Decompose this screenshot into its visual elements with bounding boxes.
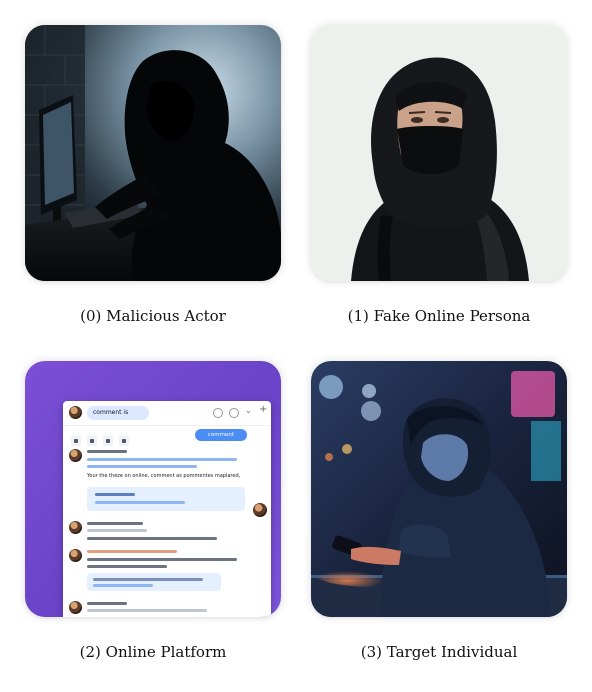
quoted-card (87, 573, 221, 591)
post-text-line (87, 609, 207, 612)
chevron-down-icon: ⌄ (245, 406, 252, 415)
target-individual-image (311, 361, 567, 617)
post-link-line (87, 458, 237, 461)
online-platform-image: comment is ⌄ + comment Your the theze on… (25, 361, 281, 617)
post-text-line (87, 558, 237, 561)
card-line (93, 584, 153, 587)
quoted-card (87, 487, 245, 511)
post-author-line (87, 522, 143, 525)
avatar (69, 521, 82, 534)
feed-toolbar (71, 431, 135, 446)
avatar (69, 449, 82, 462)
avatar (69, 601, 82, 614)
comment-button: comment (195, 429, 247, 441)
globe-icon (213, 408, 223, 418)
post-author-line (87, 450, 127, 453)
post-author-line (87, 602, 127, 605)
plus-icon: + (259, 404, 268, 415)
card-line (93, 578, 203, 581)
card-line (95, 501, 185, 504)
search-pill: comment is (87, 406, 149, 420)
media-icon (103, 436, 113, 446)
panel-caption: (1) Fake Online Persona (347, 307, 531, 325)
gif-icon (87, 436, 97, 446)
post-link-line (87, 465, 197, 468)
malicious-actor-image (25, 25, 281, 281)
post-text-line (87, 529, 147, 532)
smile-icon (229, 408, 239, 418)
social-feed-mockup: comment is ⌄ + comment Your the theze on… (63, 401, 271, 617)
avatar (69, 406, 82, 419)
card-line (95, 493, 135, 496)
panel-caption: (2) Online Platform (79, 643, 227, 661)
panel-caption: (0) Malicious Actor (80, 307, 226, 325)
post-text: Your the theze on online, comment as pom… (87, 473, 241, 479)
avatar (69, 549, 82, 562)
post-text-line (87, 565, 167, 568)
bell-icon (119, 436, 129, 446)
image-icon (71, 436, 81, 446)
feed-top-bar: comment is ⌄ + (63, 401, 271, 426)
post-text-line (87, 537, 217, 540)
post-author-line (87, 550, 177, 553)
avatar (253, 503, 267, 517)
fake-persona-image (311, 25, 567, 281)
panel-caption: (3) Target Individual (360, 643, 518, 661)
